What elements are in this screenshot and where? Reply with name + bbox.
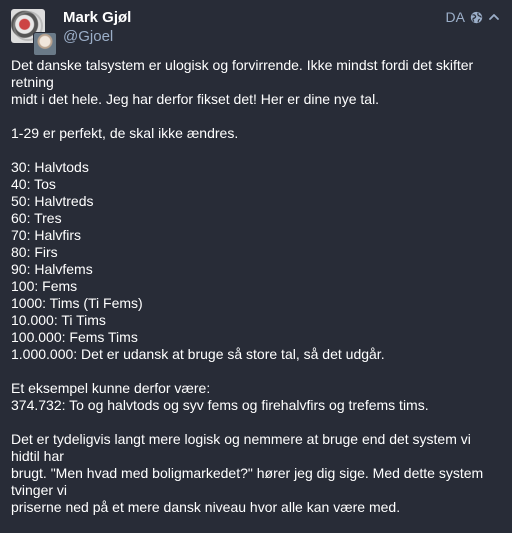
text-line: Et eksempel kunne derfor være:	[11, 380, 211, 396]
display-name[interactable]: Mark Gjøl	[63, 9, 131, 27]
account-handle[interactable]: @Gjoel	[63, 28, 131, 46]
list-item: 100.000: Fems Tims	[11, 329, 138, 345]
keep-note-paragraph: 1-29 er perfekt, de skal ikke ændres.	[11, 125, 499, 142]
intro-paragraph: Det danske talsystem er ulogisk og forvi…	[11, 57, 499, 108]
list-item: 90: Halvfems	[11, 261, 93, 277]
list-item: 70: Halvfirs	[11, 227, 82, 243]
text-line: midt i det hele. Jeg har derfor fikset d…	[11, 91, 380, 107]
text-line: Det danske talsystem er ulogisk og forvi…	[11, 57, 474, 90]
list-item: 80: Firs	[11, 244, 58, 260]
chevron-up-icon[interactable]	[488, 11, 500, 23]
list-item: 30: Halvtods	[11, 159, 89, 175]
list-item: 60: Tres	[11, 210, 62, 226]
status-content: Det danske talsystem er ulogisk og forvi…	[11, 57, 499, 533]
status-post: Mark Gjøl @Gjoel DA Det danske talsystem…	[0, 0, 512, 515]
text-line: Det er tydeligvis langt mere logisk og n…	[11, 431, 471, 464]
list-item: 40: Tos	[11, 176, 56, 192]
avatar-group[interactable]	[11, 9, 57, 56]
list-item: 1.000.000: Det er udansk at bruge så sto…	[11, 346, 385, 362]
text-line: brugt. "Men hvad med boligmarkedet?" hør…	[11, 465, 484, 498]
example-paragraph: Et eksempel kunne derfor være: 374.732: …	[11, 380, 499, 414]
conclusion-paragraph: Det er tydeligvis langt mere logisk og n…	[11, 431, 499, 516]
text-line: priserne ned på et mere dansk niveau hvo…	[11, 499, 401, 515]
number-list: 30: Halvtods 40: Tos 50: Halvtreds 60: T…	[11, 159, 499, 363]
text-line: 1-29 er perfekt, de skal ikke ændres.	[11, 125, 239, 141]
list-item: 10.000: Ti Tims	[11, 312, 106, 328]
list-item: 50: Halvtreds	[11, 193, 94, 209]
author-info[interactable]: Mark Gjøl @Gjoel	[63, 9, 131, 46]
text-line: 374.732: To og halvtods og syv fems og f…	[11, 397, 429, 413]
boosted-by-avatar[interactable]	[33, 32, 57, 56]
list-item: 1000: Tims (Ti Fems)	[11, 295, 143, 311]
globe-icon	[470, 11, 483, 24]
language-label: DA	[445, 9, 465, 25]
list-item: 100: Fems	[11, 278, 78, 294]
status-meta: DA	[446, 9, 500, 25]
